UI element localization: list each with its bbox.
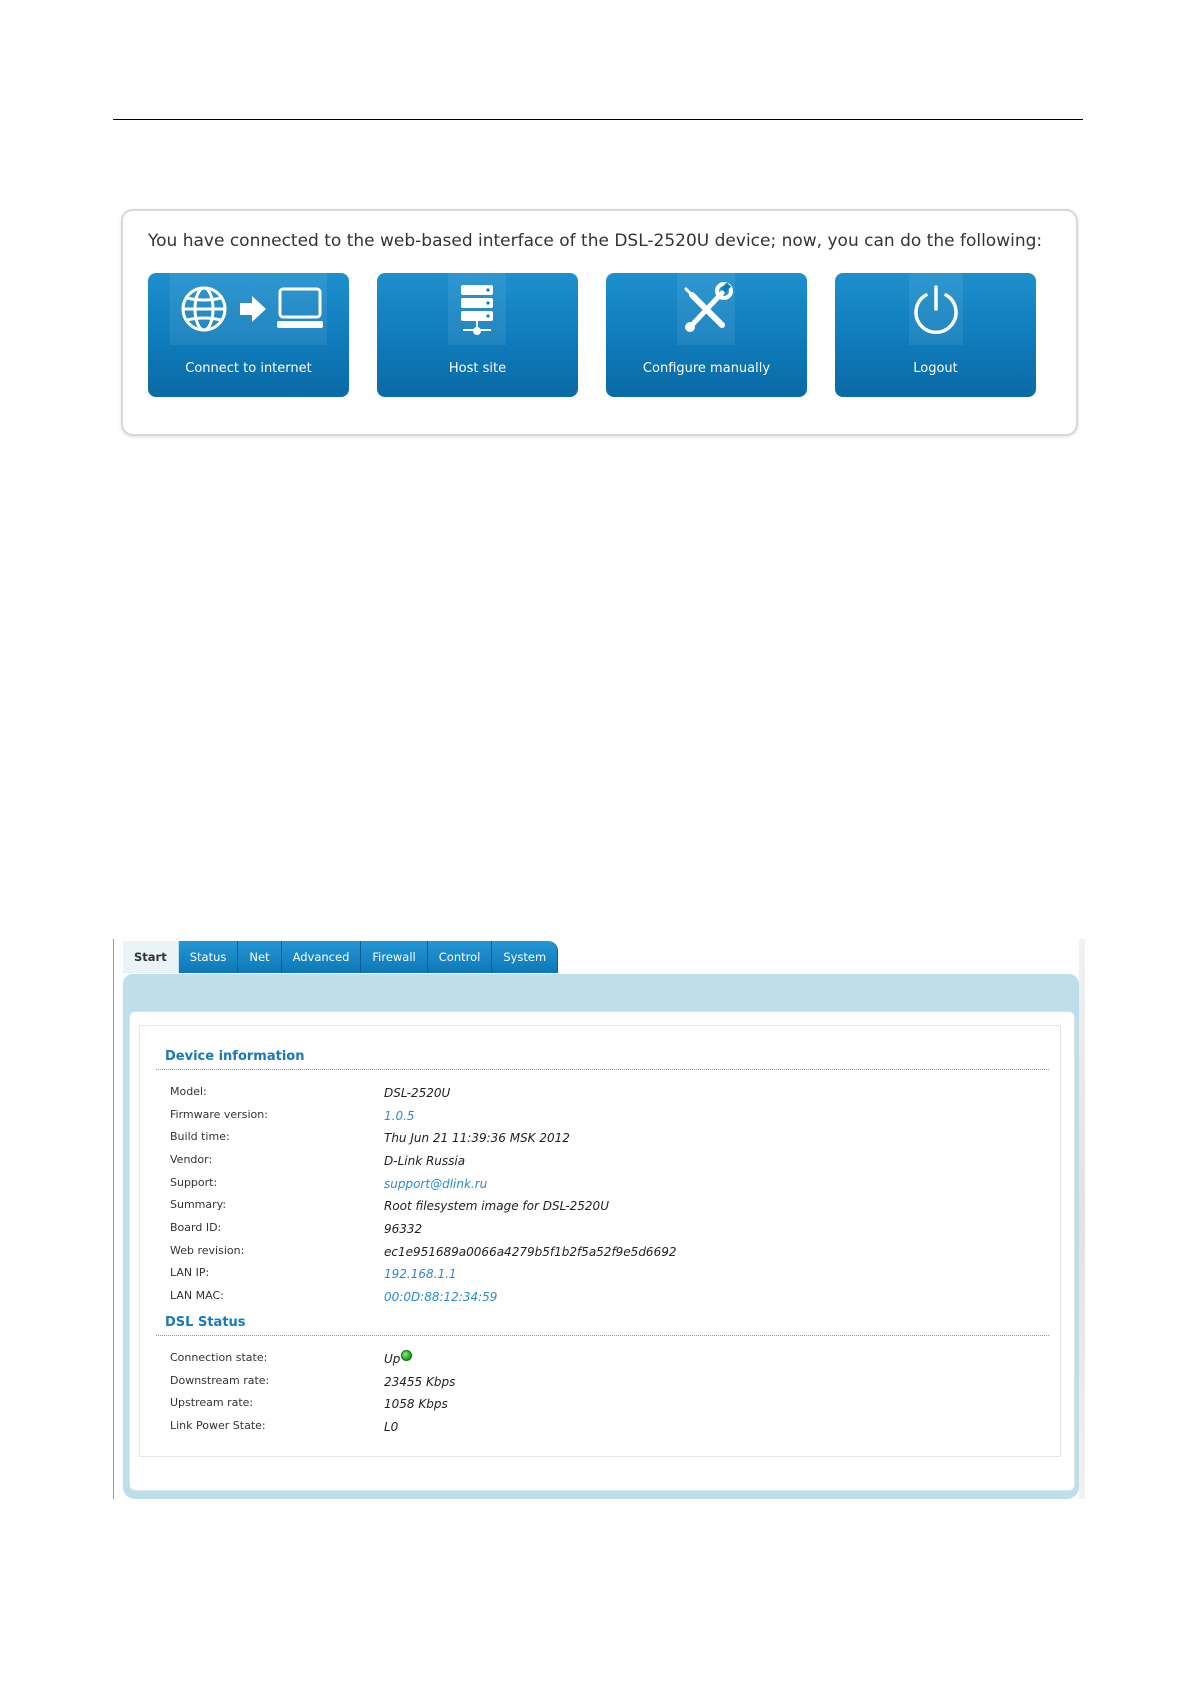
support-email-link[interactable]: support@dlink.ru — [384, 1177, 487, 1191]
globe-arrow-computer-icon — [170, 273, 327, 345]
board-id-value: 96332 — [384, 1222, 423, 1236]
firmware-version-link[interactable]: 1.0.5 — [384, 1109, 415, 1123]
configure-manually-button[interactable]: Configure manually — [606, 273, 807, 397]
vendor-value: D-Link Russia — [384, 1154, 466, 1168]
server-icon — [448, 273, 506, 345]
logout-button[interactable]: Logout — [835, 273, 1036, 397]
summary-value: Root filesystem image for DSL-2520U — [384, 1199, 609, 1213]
router-web-interface: Start Status Net Advanced Firewall Contr… — [113, 939, 1085, 1499]
connect-to-internet-button[interactable]: Connect to internet — [148, 273, 349, 397]
model-label: Model: — [170, 1085, 207, 1098]
status-indicator-icon — [401, 1350, 413, 1361]
model-value: DSL-2520U — [384, 1086, 451, 1100]
lan-ip-label: LAN IP: — [170, 1266, 210, 1279]
page-header-rule — [113, 119, 1083, 120]
vendor-label: Vendor: — [170, 1153, 213, 1166]
lan-mac-label: LAN MAC: — [170, 1289, 224, 1302]
connection-state-text: Up — [384, 1352, 401, 1366]
power-icon — [909, 273, 963, 345]
tab-start[interactable]: Start — [123, 941, 179, 973]
welcome-panel: You have connected to the web-based inte… — [121, 209, 1078, 436]
web-revision-value: ec1e951689a0066a4279b5f1b2f5a52f9e5d6692 — [384, 1245, 677, 1259]
build-time-label: Build time: — [170, 1130, 230, 1143]
device-information-title: Device information — [165, 1049, 305, 1064]
tab-advanced[interactable]: Advanced — [281, 941, 362, 973]
tile-label: Connect to internet — [185, 361, 312, 376]
connection-state-value: Up — [384, 1350, 413, 1366]
tile-label: Configure manually — [642, 361, 771, 376]
section-divider — [156, 1069, 1049, 1070]
tab-system[interactable]: System — [492, 941, 559, 973]
tile-label: Logout — [913, 361, 958, 376]
tile-label: Host site — [448, 361, 507, 376]
upstream-rate-label: Upstream rate: — [170, 1396, 254, 1409]
board-id-label: Board ID: — [170, 1221, 222, 1234]
tab-firewall[interactable]: Firewall — [361, 941, 428, 973]
tab-net[interactable]: Net — [238, 941, 282, 973]
frame-edge — [113, 939, 114, 1499]
tab-status[interactable]: Status — [178, 941, 239, 973]
scrollbar[interactable] — [1079, 939, 1085, 1499]
upstream-rate-value: 1058 Kbps — [384, 1397, 448, 1411]
dsl-status-title: DSL Status — [165, 1315, 246, 1330]
tab-control[interactable]: Control — [427, 941, 493, 973]
main-tabs: Start Status Net Advanced Firewall Contr… — [123, 941, 559, 974]
downstream-rate-label: Downstream rate: — [170, 1374, 270, 1387]
build-time-value: Thu Jun 21 11:39:36 MSK 2012 — [384, 1131, 570, 1145]
downstream-rate-value: 23455 Kbps — [384, 1375, 456, 1389]
support-label: Support: — [170, 1176, 218, 1189]
web-revision-label: Web revision: — [170, 1244, 245, 1257]
link-power-state-label: Link Power State: — [170, 1419, 266, 1432]
content-panel — [139, 1025, 1061, 1457]
lan-mac-link[interactable]: 00:0D:88:12:34:59 — [384, 1290, 497, 1304]
summary-label: Summary: — [170, 1198, 227, 1211]
wrench-screwdriver-icon — [677, 273, 735, 345]
link-power-state-value: L0 — [384, 1420, 399, 1434]
connection-state-label: Connection state: — [170, 1351, 268, 1364]
welcome-message: You have connected to the web-based inte… — [148, 231, 1043, 251]
firmware-version-label: Firmware version: — [170, 1108, 268, 1121]
host-site-button[interactable]: Host site — [377, 273, 578, 397]
section-divider — [156, 1335, 1049, 1336]
lan-ip-link[interactable]: 192.168.1.1 — [384, 1267, 457, 1281]
